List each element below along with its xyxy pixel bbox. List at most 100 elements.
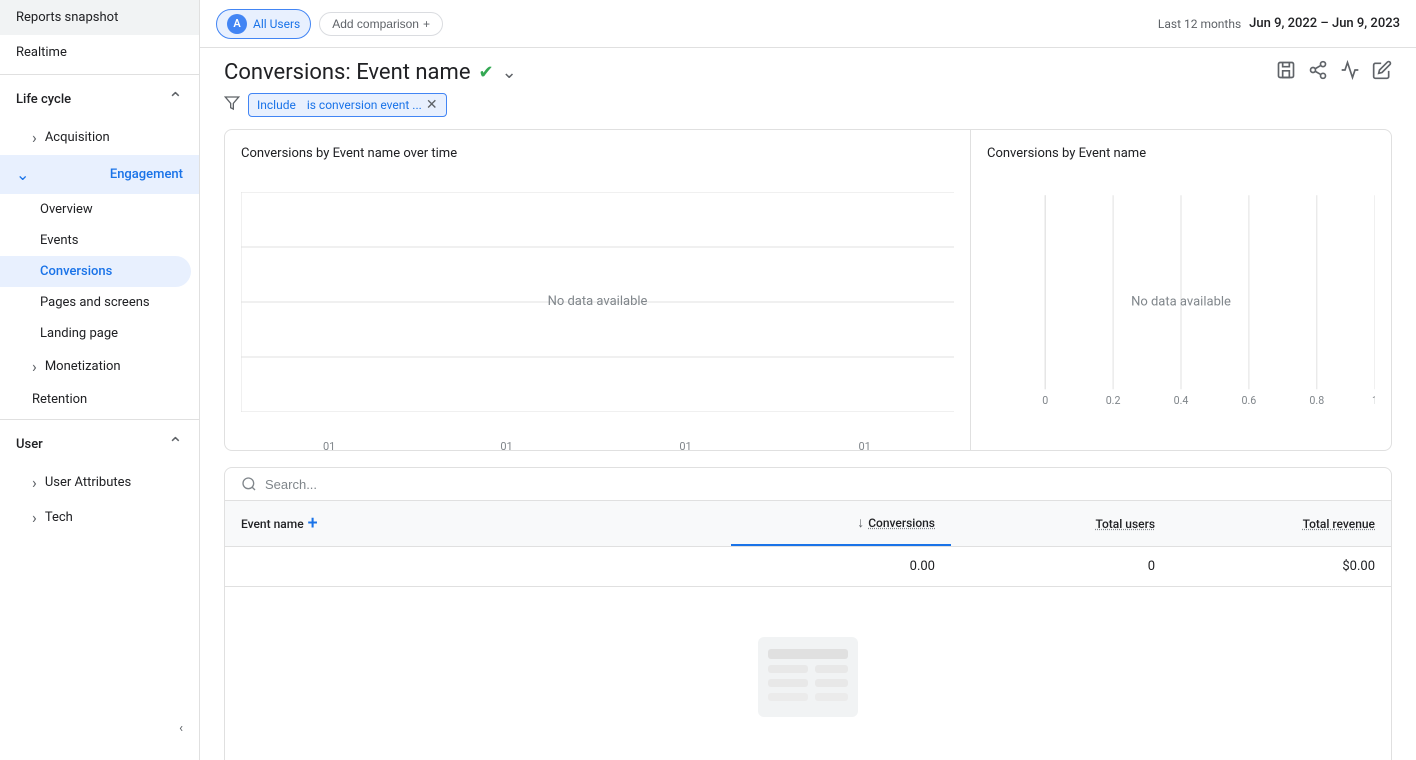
search-bar bbox=[225, 468, 1391, 501]
filter-bar: Include is conversion event ... ✕ bbox=[200, 93, 1416, 129]
td-total-users: 0 bbox=[951, 547, 1171, 586]
divider-2 bbox=[0, 419, 199, 420]
lifecycle-collapse-icon: ⌃ bbox=[168, 89, 183, 110]
divider-1 bbox=[0, 74, 199, 75]
x-axis-labels: 01Jul 01Oct 01Jan 01Apr bbox=[241, 440, 954, 451]
report-header: Conversions: Event name ✔ ⌄ bbox=[200, 48, 1416, 93]
share-icon[interactable] bbox=[1308, 60, 1328, 85]
sidebar-item-pages-and-screens[interactable]: Pages and screens bbox=[0, 287, 199, 318]
filter-chip-close-icon[interactable]: ✕ bbox=[426, 97, 438, 113]
chart-left-title: Conversions by Event name over time bbox=[241, 146, 954, 161]
td-event-name bbox=[225, 547, 731, 586]
chart-right: Conversions by Event name 0 bbox=[971, 130, 1391, 450]
user-label: User bbox=[16, 437, 43, 452]
lifecycle-label: Life cycle bbox=[16, 92, 71, 107]
overview-label: Overview bbox=[40, 202, 93, 217]
date-range-value: Jun 9, 2022 – Jun 9, 2023 bbox=[1249, 16, 1400, 31]
chart-left-body: No data available 01Jul 01Oct 01Jan 01Ap… bbox=[241, 169, 954, 434]
charts-area: Conversions by Event name over time No d… bbox=[200, 129, 1416, 760]
edit-icon[interactable] bbox=[1372, 60, 1392, 85]
sidebar-item-acquisition[interactable]: › Acquisition bbox=[0, 120, 199, 155]
x-label-3: 01Jan bbox=[677, 440, 695, 451]
tech-label: Tech bbox=[45, 510, 73, 525]
date-range: Last 12 months Jun 9, 2022 – Jun 9, 2023 bbox=[1158, 16, 1400, 31]
insights-icon[interactable] bbox=[1340, 60, 1360, 85]
date-prefix: Last 12 months bbox=[1158, 17, 1241, 31]
add-comparison-plus-icon: + bbox=[423, 17, 430, 31]
realtime-label: Realtime bbox=[16, 45, 67, 60]
empty-illustration bbox=[743, 627, 873, 727]
monetization-label: Monetization bbox=[45, 359, 121, 374]
svg-text:0.6: 0.6 bbox=[1242, 393, 1257, 406]
th-event-name: Event name + bbox=[225, 501, 731, 546]
acquisition-expand-icon: › bbox=[32, 128, 37, 147]
table-row: 0.00 0 $0.00 bbox=[225, 547, 1391, 587]
sidebar-item-overview[interactable]: Overview bbox=[0, 194, 199, 225]
sidebar: Reports snapshot Realtime Life cycle ⌃ ›… bbox=[0, 0, 200, 760]
th-event-name-label: Event name bbox=[241, 517, 304, 531]
sidebar-item-realtime[interactable]: Realtime bbox=[0, 35, 199, 70]
th-conversions-label: Conversions bbox=[868, 516, 935, 530]
topbar: A All Users Add comparison + Last 12 mon… bbox=[200, 0, 1416, 48]
all-users-label: All Users bbox=[253, 17, 300, 31]
svg-text:1: 1 bbox=[1372, 393, 1375, 406]
empty-state bbox=[225, 587, 1391, 760]
user-attributes-expand-icon: › bbox=[32, 473, 37, 492]
no-data-right: No data available bbox=[1131, 294, 1231, 309]
retention-label: Retention bbox=[32, 392, 87, 407]
chart-left: Conversions by Event name over time No d… bbox=[225, 130, 971, 450]
events-label: Events bbox=[40, 233, 78, 248]
sidebar-item-events[interactable]: Events bbox=[0, 225, 199, 256]
sidebar-item-reports-snapshot[interactable]: Reports snapshot bbox=[0, 0, 199, 35]
engagement-section-header[interactable]: ⌄ Engagement bbox=[0, 155, 199, 194]
save-report-icon[interactable] bbox=[1276, 60, 1296, 85]
add-comparison-label: Add comparison bbox=[332, 17, 419, 31]
conversions-label: Conversions bbox=[40, 264, 112, 279]
chart-right-title: Conversions by Event name bbox=[987, 146, 1375, 161]
user-section-header[interactable]: User ⌃ bbox=[0, 424, 199, 465]
all-users-chip[interactable]: A All Users bbox=[216, 9, 311, 39]
report-title: Conversions: Event name bbox=[224, 60, 470, 85]
x-label-2: 01Oct bbox=[498, 440, 515, 451]
filter-value: is conversion event ... bbox=[307, 98, 422, 112]
sidebar-item-tech[interactable]: › Tech bbox=[0, 500, 199, 535]
td-conversions: 0.00 bbox=[731, 547, 951, 586]
td-total-revenue: $0.00 bbox=[1171, 547, 1391, 586]
sidebar-toggle-button[interactable]: ‹ bbox=[171, 713, 191, 744]
svg-text:0.4: 0.4 bbox=[1174, 393, 1189, 406]
sidebar-collapse-icon: ‹ bbox=[179, 721, 183, 736]
sidebar-item-user-attributes[interactable]: › User Attributes bbox=[0, 465, 199, 500]
add-dimension-icon[interactable]: + bbox=[308, 513, 318, 534]
table-header: Event name + ↓ Conversions Total users T… bbox=[225, 501, 1391, 547]
sidebar-item-conversions[interactable]: Conversions bbox=[0, 256, 191, 287]
svg-text:0: 0 bbox=[1042, 393, 1048, 406]
search-icon bbox=[241, 476, 257, 492]
filter-chip[interactable]: Include is conversion event ... ✕ bbox=[248, 93, 447, 117]
search-input[interactable] bbox=[265, 477, 1375, 492]
title-chevron-icon[interactable]: ⌄ bbox=[502, 62, 517, 83]
th-total-users-label: Total users bbox=[1095, 517, 1155, 531]
sidebar-item-monetization[interactable]: › Monetization bbox=[0, 349, 199, 384]
th-conversions[interactable]: ↓ Conversions bbox=[731, 501, 951, 546]
sidebar-item-landing-page[interactable]: Landing page bbox=[0, 318, 199, 349]
pages-and-screens-label: Pages and screens bbox=[40, 295, 150, 310]
no-data-left: No data available bbox=[548, 294, 648, 309]
add-comparison-button[interactable]: Add comparison + bbox=[319, 12, 443, 36]
landing-page-label: Landing page bbox=[40, 326, 118, 341]
acquisition-label: Acquisition bbox=[45, 130, 110, 145]
filter-label: Include bbox=[257, 98, 296, 112]
sidebar-item-retention[interactable]: Retention bbox=[0, 384, 199, 415]
charts-row: Conversions by Event name over time No d… bbox=[224, 129, 1392, 451]
x-label-4: 01Apr bbox=[856, 440, 873, 451]
svg-text:0.2: 0.2 bbox=[1106, 393, 1121, 406]
th-total-revenue-label: Total revenue bbox=[1303, 517, 1375, 531]
main-content: A All Users Add comparison + Last 12 mon… bbox=[200, 0, 1416, 760]
lifecycle-section-header[interactable]: Life cycle ⌃ bbox=[0, 79, 199, 120]
chart-right-body: 0 0.2 0.4 0.6 0.8 1 No data available bbox=[987, 169, 1375, 434]
user-attributes-label: User Attributes bbox=[45, 475, 131, 490]
tech-expand-icon: › bbox=[32, 508, 37, 527]
th-total-revenue[interactable]: Total revenue bbox=[1171, 501, 1391, 546]
report-title-row: Conversions: Event name ✔ ⌄ bbox=[224, 60, 517, 85]
user-collapse-icon: ⌃ bbox=[168, 434, 183, 455]
th-total-users[interactable]: Total users bbox=[951, 501, 1171, 546]
